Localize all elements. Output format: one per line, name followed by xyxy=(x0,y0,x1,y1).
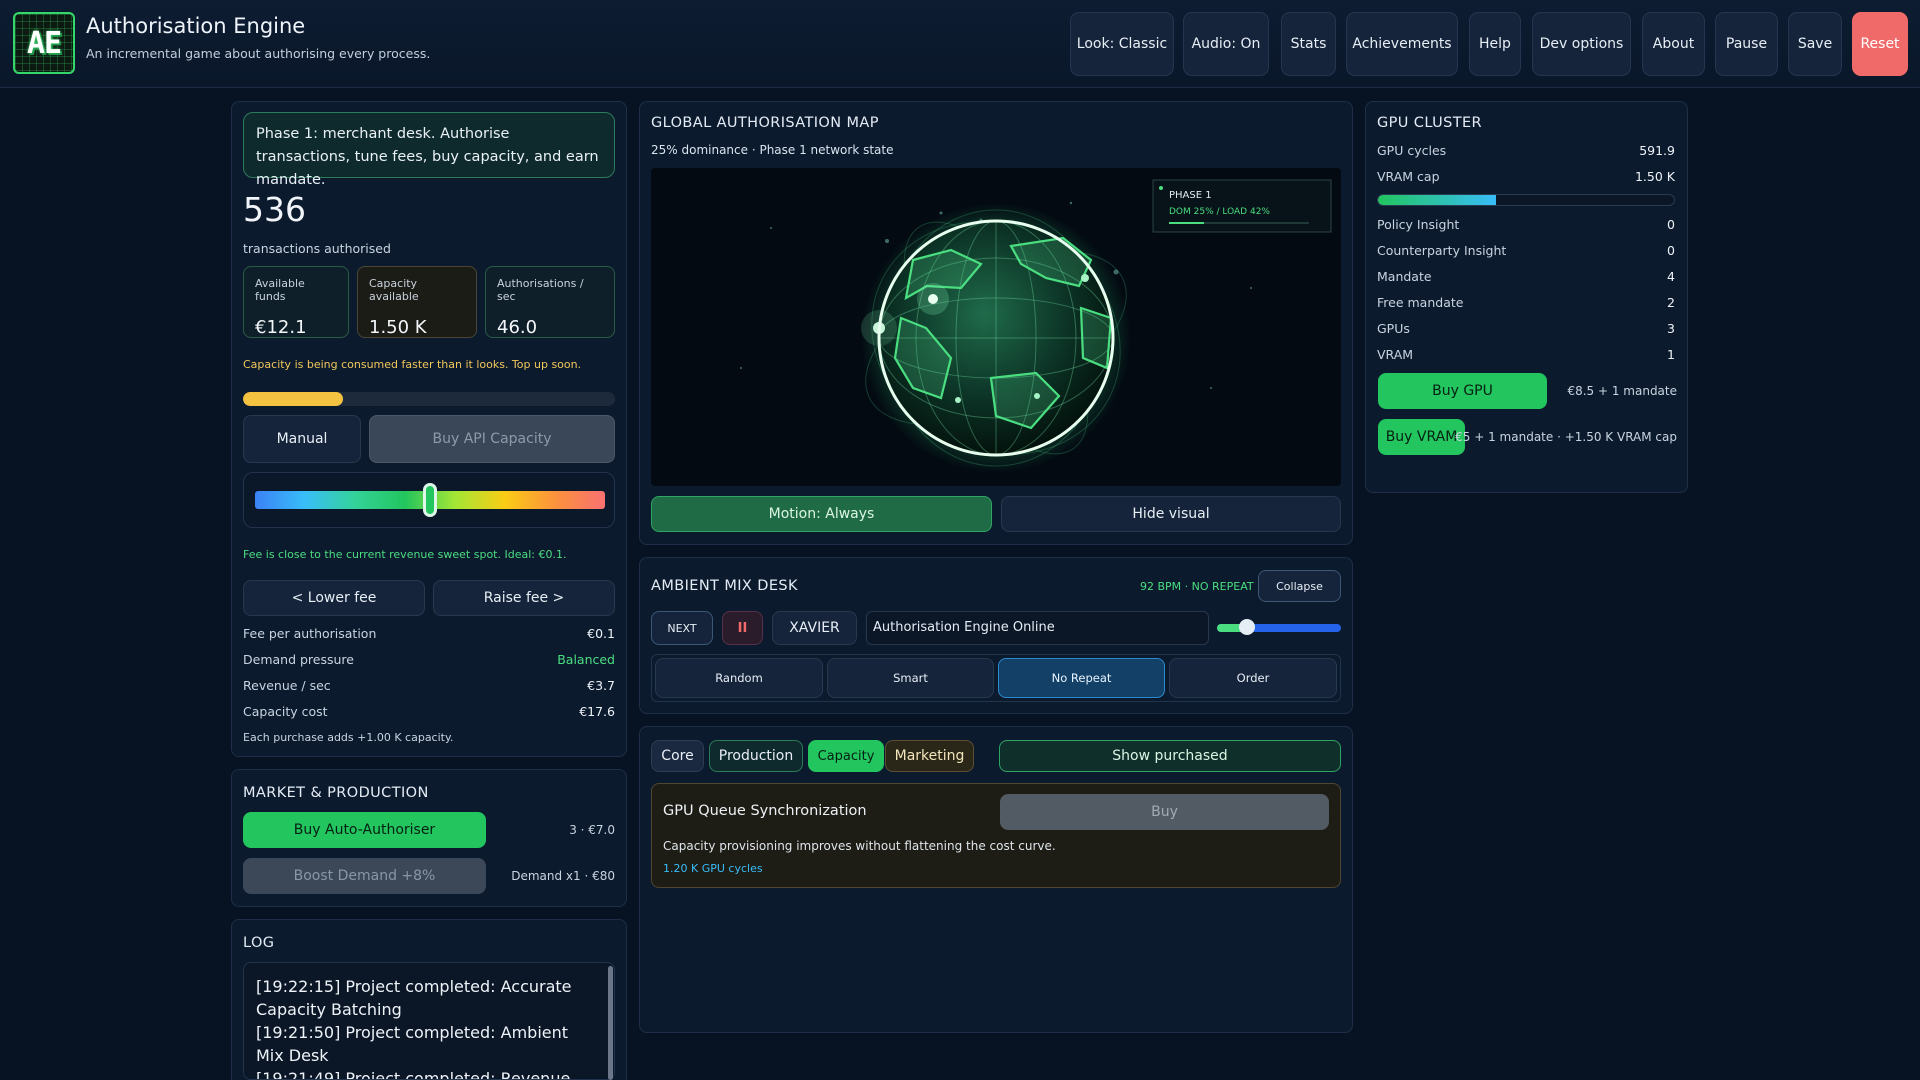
tab-production[interactable]: Production xyxy=(709,740,803,772)
boost-demand-button[interactable]: Boost Demand +8% xyxy=(243,858,486,894)
tab-core[interactable]: Core xyxy=(651,740,704,772)
log-title: LOG xyxy=(243,935,275,951)
achievements-button[interactable]: Achievements xyxy=(1346,12,1458,76)
raise-fee-button[interactable]: Raise fee > xyxy=(433,580,615,616)
top-bar: AE Authorisation Engine An incremental g… xyxy=(0,0,1920,88)
pause-button[interactable]: Pause xyxy=(1715,12,1778,76)
volume-slider[interactable] xyxy=(1217,619,1341,635)
gpu-cycles-row: GPU cycles 591.9 xyxy=(1377,143,1675,158)
fee-per-authorisation-row: Fee per authorisation €0.1 xyxy=(243,626,615,641)
buy-api-capacity-button[interactable]: Buy API Capacity xyxy=(369,415,615,463)
buy-vram-button[interactable]: Buy VRAM xyxy=(1378,419,1465,455)
dominance-fill xyxy=(1169,222,1204,224)
mandate-row: Mandate 4 xyxy=(1377,269,1675,284)
vram-bar xyxy=(1377,194,1675,206)
capacity-available-card: Capacity available 1.50 K xyxy=(357,266,477,338)
hide-visual-button[interactable]: Hide visual xyxy=(1001,496,1341,532)
about-button[interactable]: About xyxy=(1642,12,1705,76)
globe-visual: PHASE 1 DOM 25% / LOAD 42% xyxy=(651,168,1341,486)
revenue-per-sec-row: Revenue / sec €3.7 xyxy=(243,678,615,693)
mix-status: 92 BPM · NO REPEAT xyxy=(1140,580,1254,593)
next-track-button[interactable]: NEXT xyxy=(651,611,713,645)
project-description: Capacity provisioning improves without f… xyxy=(663,839,1056,853)
log-entry: [19:21:50] Project completed: Ambient Mi… xyxy=(256,1023,569,1065)
free-mandate-row: Free mandate 2 xyxy=(1377,295,1675,310)
log-entry: [19:22:15] Project completed: Accurate C… xyxy=(256,977,572,1019)
phase-banner: Phase 1: merchant desk. Authorise transa… xyxy=(243,112,615,188)
counterparty-insight-row: Counterparty Insight 0 xyxy=(1377,243,1675,258)
app-title: Authorisation Engine xyxy=(86,14,306,38)
audio-button[interactable]: Audio: On xyxy=(1183,12,1269,76)
capacity-warning: Capacity is being consumed faster than i… xyxy=(243,358,582,371)
auto-authoriser-info: 3 · €7.0 xyxy=(569,823,615,837)
mix-desk-title: AMBIENT MIX DESK xyxy=(651,578,798,594)
purchase-note: Each purchase adds +1.00 K capacity. xyxy=(243,731,454,744)
project-cost: 1.20 K GPU cycles xyxy=(663,862,763,875)
buy-gpu-button[interactable]: Buy GPU xyxy=(1378,373,1547,409)
transactions-label: transactions authorised xyxy=(243,241,391,256)
motion-button[interactable]: Motion: Always xyxy=(651,496,992,532)
fee-message: Fee is close to the current revenue swee… xyxy=(243,548,567,561)
phase-overlay: PHASE 1 DOM 25% / LOAD 42% xyxy=(1152,179,1332,233)
demand-pressure-row: Demand pressure Balanced xyxy=(243,652,615,667)
overlay-subtitle: DOM 25% / LOAD 42% xyxy=(1169,207,1270,217)
capacity-bar xyxy=(243,392,615,406)
look-button[interactable]: Look: Classic xyxy=(1070,12,1174,76)
help-button[interactable]: Help xyxy=(1469,12,1521,76)
app-logo: AE xyxy=(13,12,75,74)
buy-gpu-cost: €8.5 + 1 mandate xyxy=(1567,384,1677,398)
vram-row: VRAM 1 xyxy=(1377,347,1675,362)
dev-options-button[interactable]: Dev options xyxy=(1532,12,1631,76)
reset-button[interactable]: Reset xyxy=(1852,12,1908,76)
gpus-row: GPUs 3 xyxy=(1377,321,1675,336)
authorisations-per-sec-card: Authorisations / sec 46.0 xyxy=(485,266,615,338)
capacity-bar-fill xyxy=(243,392,344,406)
show-purchased-button[interactable]: Show purchased xyxy=(999,740,1341,772)
vram-bar-fill xyxy=(1378,195,1497,205)
log-list[interactable]: [19:22:15] Project completed: Accurate C… xyxy=(243,962,615,1080)
mode-order-button[interactable]: Order xyxy=(1169,658,1337,698)
map-subtitle: 25% dominance · Phase 1 network state xyxy=(651,143,894,157)
gpu-cluster-title: GPU CLUSTER xyxy=(1377,115,1482,131)
map-title: GLOBAL AUTHORISATION MAP xyxy=(651,115,879,131)
mode-no-repeat-button[interactable]: No Repeat xyxy=(998,658,1165,698)
overlay-title: PHASE 1 xyxy=(1169,190,1212,201)
mode-random-button[interactable]: Random xyxy=(655,658,823,698)
log-entry: [19:21:49] Project completed: Revenue xyxy=(256,1069,571,1080)
buy-vram-cost: €5 + 1 mandate · +1.50 K VRAM cap xyxy=(1455,430,1677,444)
stats-button[interactable]: Stats xyxy=(1281,12,1336,76)
app-subtitle: An incremental game about authorising ev… xyxy=(86,46,431,61)
tab-capacity[interactable]: Capacity xyxy=(808,740,884,772)
save-button[interactable]: Save xyxy=(1788,12,1842,76)
volume-handle[interactable] xyxy=(1238,619,1255,635)
fee-slider-handle[interactable] xyxy=(423,483,437,517)
project-buy-button[interactable]: Buy xyxy=(1000,794,1329,830)
artist-label: XAVIER xyxy=(772,611,857,645)
pause-track-button[interactable]: II xyxy=(722,611,763,645)
buy-auto-authoriser-button[interactable]: Buy Auto-Authoriser xyxy=(243,812,486,848)
log-scrollbar[interactable] xyxy=(608,966,613,1080)
globe-graphic: PHASE 1 DOM 25% / LOAD 42% xyxy=(740,179,1332,473)
boost-demand-info: Demand x1 · €80 xyxy=(511,869,615,883)
project-title: GPU Queue Synchronization xyxy=(663,803,867,819)
track-title-field: Authorisation Engine Online xyxy=(866,611,1209,645)
available-funds-card: Available funds €12.1 xyxy=(243,266,349,338)
mode-smart-button[interactable]: Smart xyxy=(827,658,994,698)
market-title: MARKET & PRODUCTION xyxy=(243,785,429,801)
manual-authorise-button[interactable]: Manual xyxy=(243,415,361,463)
transactions-count: 536 xyxy=(243,190,306,229)
pause-icon: II xyxy=(737,620,748,636)
vram-cap-row: VRAM cap 1.50 K xyxy=(1377,169,1675,184)
capacity-cost-row: Capacity cost €17.6 xyxy=(243,704,615,719)
collapse-button[interactable]: Collapse xyxy=(1258,570,1341,602)
lower-fee-button[interactable]: < Lower fee xyxy=(243,580,425,616)
policy-insight-row: Policy Insight 0 xyxy=(1377,217,1675,232)
tab-marketing[interactable]: Marketing xyxy=(885,740,974,772)
fee-slider[interactable] xyxy=(243,472,615,528)
